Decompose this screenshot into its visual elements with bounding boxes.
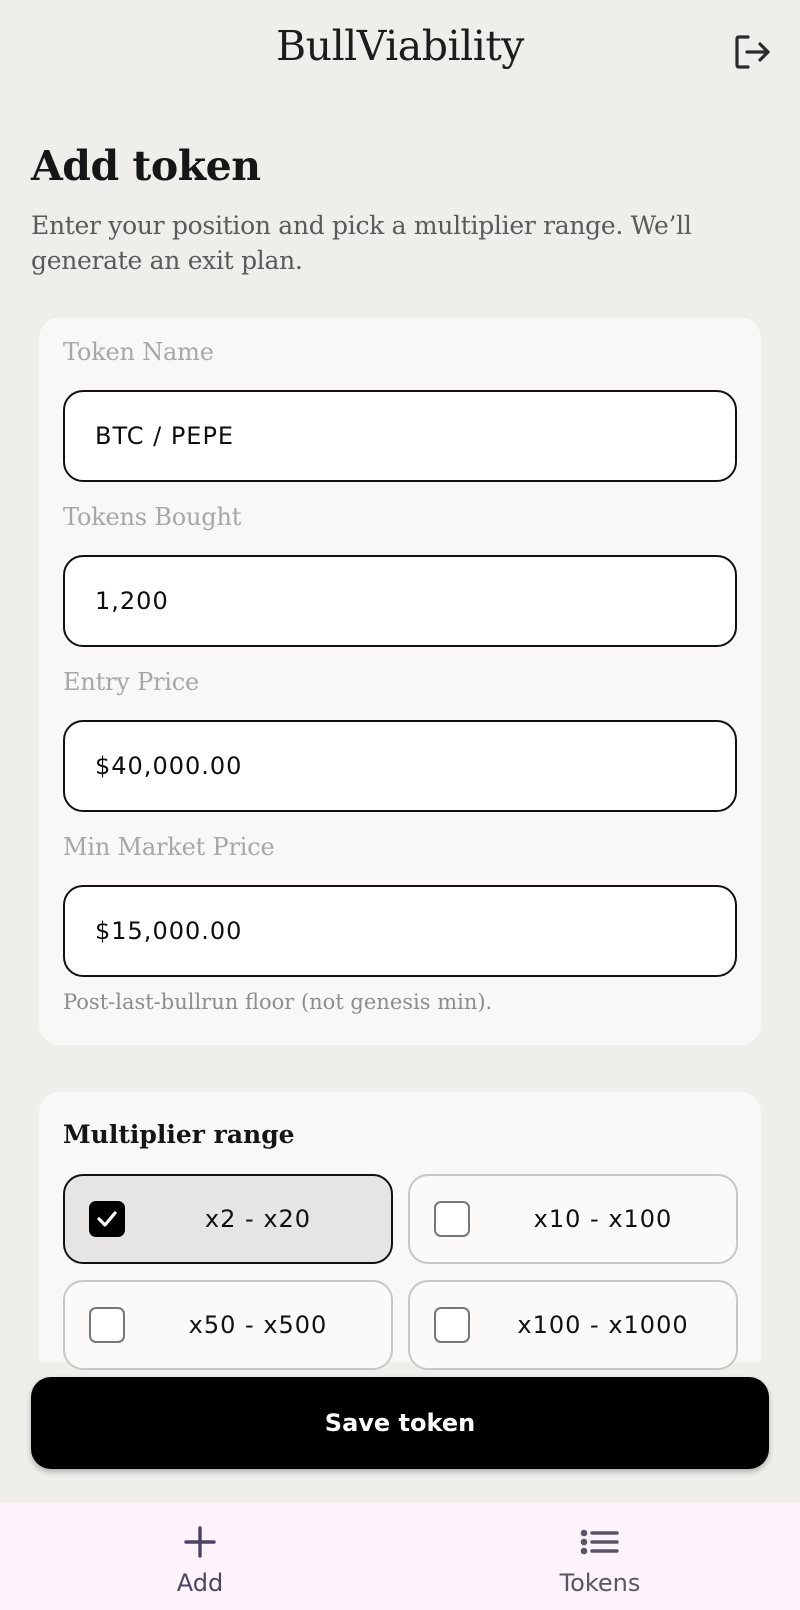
tokens-bought-label: Tokens Bought [63,503,242,531]
page-subtitle: Enter your position and pick a multiplie… [31,211,692,275]
app-title: BullViability [276,22,524,70]
min-market-price-input[interactable]: $15,000.00 [63,885,737,977]
checkbox-checked[interactable] [89,1201,125,1237]
nav-item-tokens[interactable]: Tokens [400,1503,800,1610]
checkbox-unchecked[interactable] [89,1307,125,1343]
multiplier-option-label: x2 - x20 [204,1205,312,1233]
nav-label-add: Add [176,1569,224,1597]
multiplier-option-label: x100 - x1000 [517,1311,689,1339]
app-header: BullViability [0,0,800,110]
entry-price-label: Entry Price [63,668,200,696]
page-title: Add token [31,142,261,190]
multiplier-option-x50-x500[interactable]: x50 - x500 [63,1280,393,1370]
token-name-label: Token Name [63,338,214,366]
entry-price-input[interactable]: $40,000.00 [63,720,737,812]
multiplier-option-x2-x20[interactable]: x2 - x20 [63,1174,393,1264]
checkmark-icon [97,1211,117,1227]
checkbox-unchecked[interactable] [434,1201,470,1237]
tokens-bought-input[interactable]: 1,200 [63,555,737,647]
nav-item-add[interactable]: Add [0,1503,400,1610]
logout-button[interactable] [728,28,776,76]
min-market-price-helper: Post-last-bullrun floor (not genesis min… [63,990,493,1014]
multiplier-title: Multiplier range [63,1120,295,1149]
min-market-price-label: Min Market Price [63,833,275,861]
logout-icon [735,35,770,69]
token-name-input[interactable]: BTC / PEPE [63,390,737,482]
checkbox-unchecked[interactable] [434,1307,470,1343]
multiplier-option-label: x50 - x500 [188,1311,328,1339]
list-icon [580,1529,619,1555]
token-form-card: Token Name BTC / PEPE Tokens Bought 1,20… [39,318,761,1045]
bottom-nav: Add Tokens [0,1503,800,1610]
multiplier-option-label: x10 - x100 [533,1205,673,1233]
multiplier-option-x10-x100[interactable]: x10 - x100 [408,1174,738,1264]
nav-label-tokens: Tokens [559,1569,641,1597]
multiplier-card: Multiplier range x2 - x20 x10 - x100 x50… [39,1092,761,1370]
multiplier-option-x100-x1000[interactable]: x100 - x1000 [408,1280,738,1370]
save-token-button[interactable]: Save token [31,1377,769,1469]
plus-icon [184,1526,216,1558]
